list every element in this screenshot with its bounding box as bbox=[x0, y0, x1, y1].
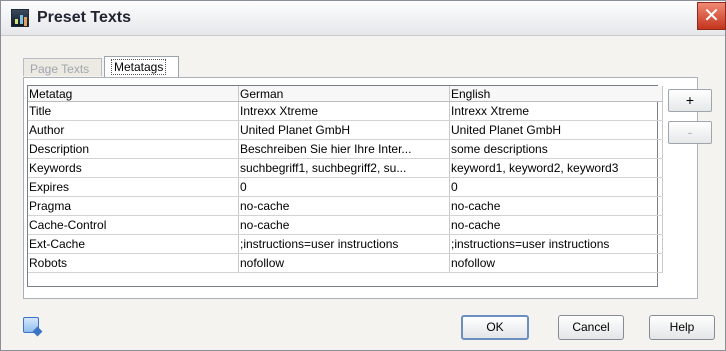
cell-metatag[interactable]: Ext-Cache bbox=[28, 234, 239, 254]
cell-metatag[interactable]: Description bbox=[28, 139, 239, 159]
tab-metatags-label: Metatags bbox=[111, 59, 167, 75]
title-bar[interactable]: Preset Texts ✕ bbox=[1, 1, 726, 36]
cell-metatag[interactable]: Expires bbox=[28, 177, 239, 197]
cell-english[interactable]: some descriptions bbox=[449, 139, 663, 159]
window-title: Preset Texts bbox=[37, 9, 131, 26]
tab-page-texts[interactable]: Page Texts bbox=[23, 58, 102, 76]
cell-english[interactable]: nofollow bbox=[449, 253, 663, 273]
cell-metatag[interactable]: Robots bbox=[28, 253, 239, 273]
table-row[interactable]: Cache-Control no-cache no-cache bbox=[28, 215, 663, 235]
cell-english[interactable]: 0 bbox=[449, 177, 663, 197]
cell-english[interactable]: United Planet GmbH bbox=[449, 120, 663, 140]
cell-german[interactable]: Intrexx Xtreme bbox=[238, 101, 450, 121]
help-icon[interactable] bbox=[23, 317, 39, 333]
cell-metatag[interactable]: Keywords bbox=[28, 158, 239, 178]
app-icon bbox=[11, 9, 29, 27]
cell-german[interactable]: no-cache bbox=[238, 196, 450, 216]
table-row[interactable]: Keywords suchbegriff1, suchbegriff2, su.… bbox=[28, 158, 663, 178]
add-row-button[interactable]: + bbox=[668, 89, 712, 112]
column-header-metatag[interactable]: Metatag bbox=[28, 86, 239, 102]
cell-metatag[interactable]: Title bbox=[28, 101, 239, 121]
column-header-english[interactable]: English bbox=[449, 86, 663, 102]
cell-german[interactable]: suchbegriff1, suchbegriff2, su... bbox=[238, 158, 450, 178]
table-row[interactable]: Ext-Cache ;instructions=user instruction… bbox=[28, 234, 663, 254]
cell-metatag[interactable]: Pragma bbox=[28, 196, 239, 216]
table-row[interactable]: Robots nofollow nofollow bbox=[28, 253, 663, 273]
preset-texts-dialog: Preset Texts ✕ Page Texts Metatags Metat… bbox=[0, 0, 726, 351]
column-header-german[interactable]: German bbox=[238, 86, 450, 102]
close-button[interactable]: ✕ bbox=[697, 2, 726, 30]
tab-metatags[interactable]: Metatags bbox=[104, 56, 179, 77]
cell-german[interactable]: nofollow bbox=[238, 253, 450, 273]
cell-english[interactable]: no-cache bbox=[449, 196, 663, 216]
table-row[interactable]: Title Intrexx Xtreme Intrexx Xtreme bbox=[28, 101, 663, 121]
ok-button[interactable]: OK bbox=[461, 315, 529, 340]
cell-german[interactable]: Beschreiben Sie hier Ihre Inter... bbox=[238, 139, 450, 159]
cell-english[interactable]: no-cache bbox=[449, 215, 663, 235]
cell-german[interactable]: ;instructions=user instructions bbox=[238, 234, 450, 254]
cell-english[interactable]: ;instructions=user instructions bbox=[449, 234, 663, 254]
metatags-table[interactable]: Metatag German English Title Intrexx Xtr… bbox=[27, 85, 663, 287]
cell-english[interactable]: Intrexx Xtreme bbox=[449, 101, 663, 121]
table-row[interactable]: Author United Planet GmbH United Planet … bbox=[28, 120, 663, 140]
table-row[interactable]: Description Beschreiben Sie hier Ihre In… bbox=[28, 139, 663, 159]
table-header-row: Metatag German English bbox=[28, 86, 663, 102]
help-button[interactable]: Help bbox=[649, 315, 715, 340]
table-row[interactable]: Expires 0 0 bbox=[28, 177, 663, 197]
cell-german[interactable]: no-cache bbox=[238, 215, 450, 235]
cell-german[interactable]: United Planet GmbH bbox=[238, 120, 450, 140]
cancel-button[interactable]: Cancel bbox=[558, 315, 624, 340]
remove-row-button[interactable]: - bbox=[668, 121, 712, 144]
cell-english[interactable]: keyword1, keyword2, keyword3 bbox=[449, 158, 663, 178]
tab-page-texts-label: Page Texts bbox=[30, 62, 90, 76]
cell-metatag[interactable]: Cache-Control bbox=[28, 215, 239, 235]
cell-german[interactable]: 0 bbox=[238, 177, 450, 197]
cell-metatag[interactable]: Author bbox=[28, 120, 239, 140]
table-row[interactable]: Pragma no-cache no-cache bbox=[28, 196, 663, 216]
